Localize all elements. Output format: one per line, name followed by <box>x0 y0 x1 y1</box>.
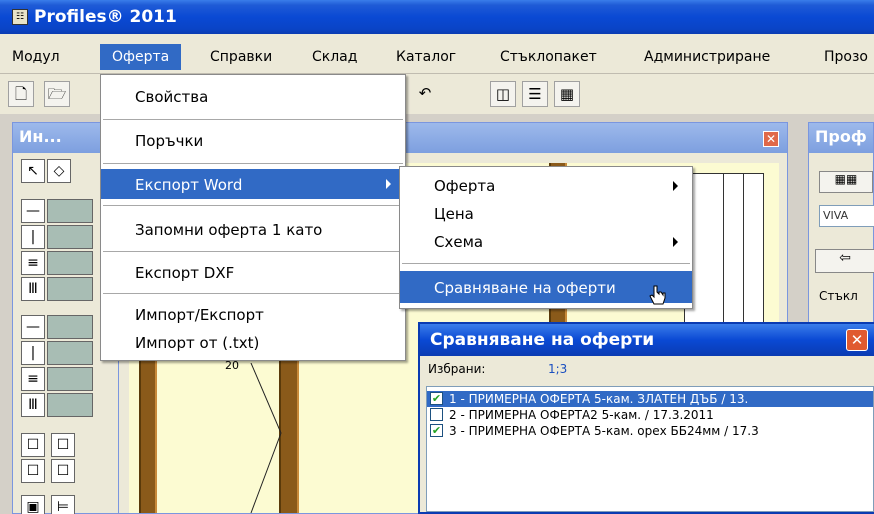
view-icon[interactable]: ◫ <box>490 81 516 107</box>
profile-swatch[interactable] <box>47 277 93 301</box>
profile-swatch[interactable] <box>47 341 93 365</box>
menu-modul[interactable]: Модул <box>0 44 72 70</box>
submenu-arrow-icon <box>673 181 678 191</box>
menu-administrirane[interactable]: Администриране <box>632 44 782 70</box>
back-arrow-icon[interactable]: ⇦ <box>815 249 874 273</box>
menu-separator <box>103 251 403 252</box>
oferta-dropdown-menu: Свойства Поръчки Експорт Word Запомни оф… <box>100 74 406 361</box>
menu-sklad[interactable]: Склад <box>300 44 369 70</box>
menu-separator <box>103 163 403 164</box>
list-item-text: 1 - ПРИМЕРНА ОФЕРТА 5-кам. ЗЛАТЕН ДЪБ / … <box>449 392 749 406</box>
profile-swatch[interactable] <box>47 393 93 417</box>
lines-icon[interactable]: ☰ <box>522 81 548 107</box>
opening-line <box>250 363 282 513</box>
menu-item-export-dxf[interactable]: Експорт DXF <box>101 257 405 285</box>
window-title: Profiles® 2011 <box>34 7 177 27</box>
app-icon: ☷ <box>12 9 28 25</box>
multi-hbar-icon[interactable]: ≡ <box>21 367 45 391</box>
submenu-item-cena[interactable]: Цена <box>400 199 692 227</box>
multi-vsplit-icon[interactable]: Ⅲ <box>21 277 45 301</box>
profile-swatch[interactable] <box>47 225 93 249</box>
new-icon[interactable]: 🗋 <box>8 81 34 107</box>
menu-item-export-word-label: Експорт Word <box>135 176 243 194</box>
submenu-item-oferta[interactable]: Оферта <box>400 171 692 199</box>
close-icon[interactable]: ✕ <box>763 131 779 147</box>
profile-system-field[interactable]: VIVA <box>819 205 874 227</box>
menu-item-svoistva[interactable]: Свойства <box>101 83 405 111</box>
eraser-icon[interactable]: ◇ <box>47 159 71 183</box>
list-item[interactable]: ✔ 3 - ПРИМЕРНА ОФЕРТА 5-кам. орех ББ24мм… <box>427 423 873 439</box>
menu-separator <box>103 119 403 120</box>
profile-swatch[interactable] <box>47 315 93 339</box>
menu-item-import-txt[interactable]: Импорт от (.txt) <box>101 329 405 357</box>
profile-system-icon[interactable]: ▦▦ <box>819 171 873 193</box>
window-sash <box>684 173 764 334</box>
menubar: Модул Оферта Справки Склад Каталог Стъкл… <box>0 34 874 74</box>
menu-separator <box>103 205 403 206</box>
sash-icon[interactable]: ☐ <box>21 433 45 457</box>
sash-icon[interactable]: ☐ <box>51 433 75 457</box>
offers-checklist[interactable]: ✔ 1 - ПРИМЕРНА ОФЕРТА 5-кам. ЗЛАТЕН ДЪБ … <box>426 386 874 512</box>
pointer-icon[interactable]: ↖ <box>21 159 45 183</box>
menu-staklopaket[interactable]: Стъклопакет <box>488 44 609 70</box>
undo-icon[interactable]: ↶ <box>412 81 438 107</box>
multi-hsplit-icon[interactable]: ≡ <box>21 251 45 275</box>
checkbox-checked-icon[interactable]: ✔ <box>430 392 443 405</box>
checkbox-unchecked-icon[interactable] <box>430 408 443 421</box>
hbar-icon[interactable]: — <box>21 315 45 339</box>
profile-swatch[interactable] <box>47 367 93 391</box>
menu-spravki[interactable]: Справки <box>198 44 284 70</box>
dialog-title: Сравняване на оферти <box>420 324 874 356</box>
sash-icon[interactable]: ☐ <box>21 459 45 483</box>
menu-item-import-export[interactable]: Импорт/Експорт <box>101 301 405 329</box>
list-item-text: 3 - ПРИМЕРНА ОФЕРТА 5-кам. орех ББ24мм /… <box>449 424 759 438</box>
sash-icon[interactable]: ⊨ <box>51 495 75 514</box>
checkbox-checked-icon[interactable]: ✔ <box>430 424 443 437</box>
list-item[interactable]: ✔ 1 - ПРИМЕРНА ОФЕРТА 5-кам. ЗЛАТЕН ДЪБ … <box>427 391 873 407</box>
right-panel-title: Проф <box>809 123 873 153</box>
submenu-arrow-icon <box>673 237 678 247</box>
menu-item-zapomni-oferta[interactable]: Запомни оферта 1 като <box>101 213 405 241</box>
submenu-item-oferta-label: Оферта <box>434 177 496 195</box>
menu-oferta[interactable]: Оферта <box>100 44 182 70</box>
compare-offers-dialog: Сравняване на оферти ✕ Избрани: 1;3 ✔ 1 … <box>418 322 874 514</box>
profile-swatch[interactable] <box>47 251 93 275</box>
list-item-text: 2 - ПРИМЕРНА ОФЕРТА2 5-кам. / 17.3.2011 <box>449 408 714 422</box>
close-icon[interactable]: ✕ <box>846 329 868 351</box>
menu-item-porachki[interactable]: Поръчки <box>101 127 405 155</box>
open-icon[interactable]: 🗁 <box>44 81 70 107</box>
app-titlebar: ☷ Profiles® 2011 <box>0 0 874 34</box>
hsplit-icon[interactable]: — <box>21 199 45 223</box>
sash-icon[interactable]: ☐ <box>51 459 75 483</box>
menu-prozorec[interactable]: Прозо <box>812 44 868 70</box>
grid-icon[interactable]: ▦ <box>554 81 580 107</box>
sash-icon[interactable]: ▣ <box>21 495 45 514</box>
vsplit-icon[interactable]: | <box>21 225 45 249</box>
glazing-group-label: Стъкл <box>819 289 858 303</box>
menu-item-export-word[interactable]: Експорт Word <box>101 169 405 199</box>
submenu-arrow-icon <box>386 179 391 189</box>
selected-value: 1;3 <box>548 362 568 376</box>
selected-label: Избрани: <box>428 362 486 376</box>
menu-katalog[interactable]: Каталог <box>384 44 468 70</box>
menu-separator <box>103 293 403 294</box>
submenu-item-shema-label: Схема <box>434 233 484 251</box>
profile-swatch[interactable] <box>47 199 93 223</box>
multi-vbar-icon[interactable]: Ⅲ <box>21 393 45 417</box>
hand-cursor-icon <box>649 285 666 305</box>
vbar-icon[interactable]: | <box>21 341 45 365</box>
submenu-item-shema[interactable]: Схема <box>400 227 692 255</box>
menu-separator <box>402 263 690 264</box>
list-item[interactable]: 2 - ПРИМЕРНА ОФЕРТА2 5-кам. / 17.3.2011 <box>427 407 873 423</box>
